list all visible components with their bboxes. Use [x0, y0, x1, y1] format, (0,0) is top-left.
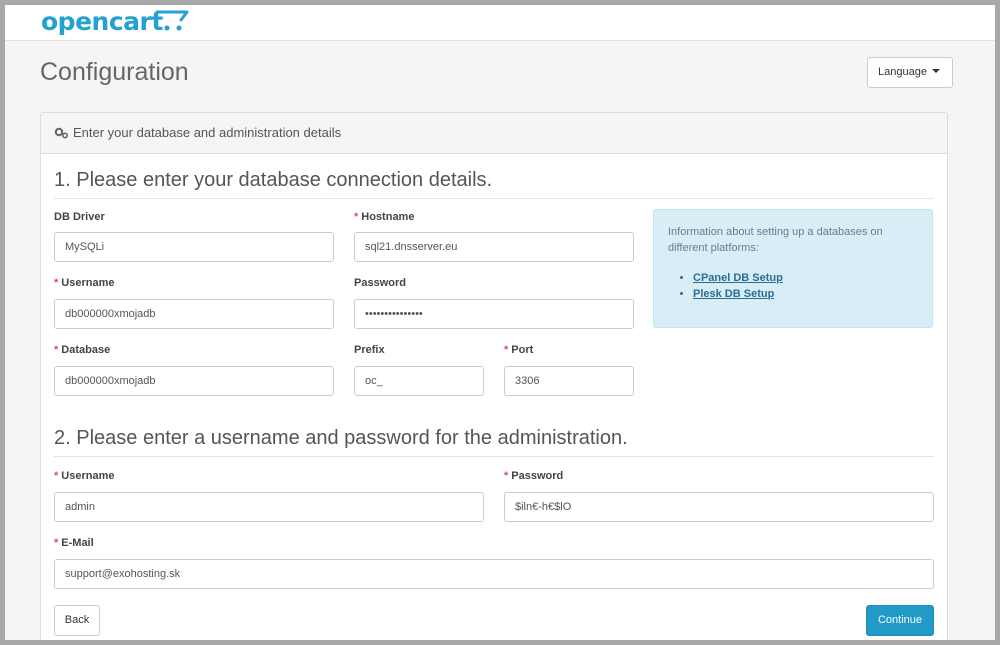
page-title: Configuration — [40, 58, 189, 86]
caret-down-icon — [931, 69, 940, 73]
hostname-label: * Hostname — [354, 211, 415, 223]
db-info-box: Information about setting up a databases… — [653, 209, 933, 328]
top-bar: opencart — [5, 5, 995, 41]
email-label: * E-Mail — [54, 537, 94, 549]
db-driver-select[interactable] — [54, 232, 334, 262]
panel-heading: Enter your database and administration d… — [41, 113, 947, 154]
continue-button[interactable]: Continue — [866, 605, 934, 636]
language-label: Language — [878, 66, 927, 78]
info-link-item: Plesk DB Setup — [693, 286, 918, 302]
db-section-title: 1. Please enter your database connection… — [54, 169, 934, 199]
browser-frame: opencart Configuration Language Enter yo… — [5, 5, 995, 640]
db-username-label: * Username — [54, 277, 115, 289]
database-input[interactable] — [54, 366, 334, 396]
port-label: * Port — [504, 344, 534, 356]
language-dropdown[interactable]: Language — [867, 57, 953, 88]
title-row: Configuration Language — [5, 41, 995, 101]
db-driver-label: DB Driver — [54, 211, 105, 223]
email-input[interactable] — [54, 559, 934, 589]
port-input[interactable] — [504, 366, 634, 396]
cogs-icon — [54, 127, 69, 139]
hostname-input[interactable] — [354, 232, 634, 262]
info-links: CPanel DB Setup Plesk DB Setup — [668, 270, 918, 302]
prefix-input[interactable] — [354, 366, 484, 396]
panel-heading-text: Enter your database and administration d… — [73, 125, 342, 140]
admin-password-input[interactable] — [504, 492, 934, 522]
database-label: * Database — [54, 344, 111, 356]
admin-username-input[interactable] — [54, 492, 484, 522]
db-password-input[interactable] — [354, 299, 634, 329]
admin-password-label: * Password — [504, 470, 564, 482]
back-button[interactable]: Back — [54, 605, 100, 636]
prefix-label: Prefix — [354, 344, 385, 356]
opencart-logo[interactable]: opencart — [41, 7, 163, 36]
db-password-label: Password — [354, 277, 406, 289]
cpanel-db-setup-link[interactable]: CPanel DB Setup — [693, 272, 783, 284]
info-text: Information about setting up a databases… — [668, 226, 883, 254]
info-link-item: CPanel DB Setup — [693, 270, 918, 286]
config-panel: Enter your database and administration d… — [40, 112, 948, 640]
admin-section-title: 2. Please enter a username and password … — [54, 427, 934, 457]
db-username-input[interactable] — [54, 299, 334, 329]
plesk-db-setup-link[interactable]: Plesk DB Setup — [693, 288, 774, 300]
cart-logo-icon — [155, 10, 189, 31]
admin-username-label: * Username — [54, 470, 115, 482]
